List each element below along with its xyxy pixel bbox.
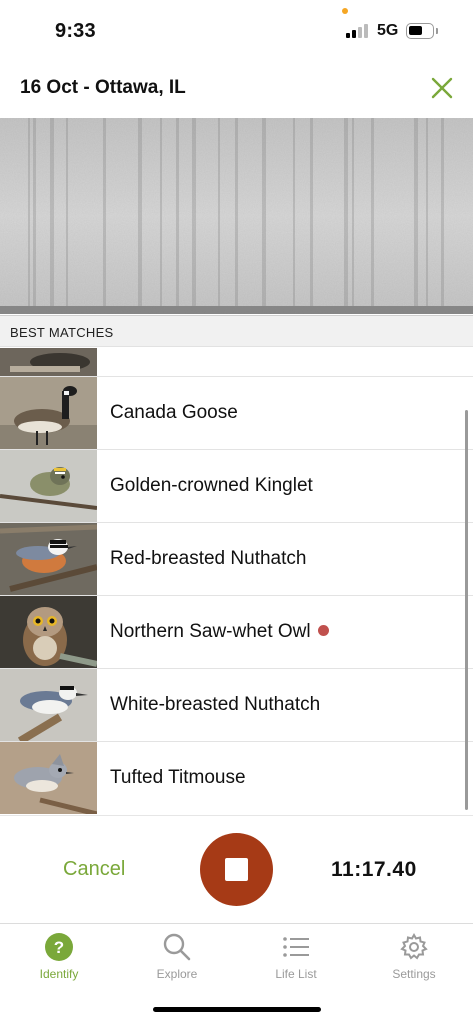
best-matches-header: BEST MATCHES (0, 315, 473, 347)
species-name: Canada Goose (110, 402, 238, 423)
battery-icon (406, 23, 434, 39)
recording-title: 16 Oct - Ottawa, IL (20, 77, 186, 98)
status-bar: 9:33 5G (0, 0, 473, 62)
partial-bird-photo (0, 348, 97, 376)
spectrogram-streak (235, 118, 238, 306)
list-item[interactable]: Northern Saw-whet Owl (0, 596, 473, 669)
best-matches-label: BEST MATCHES (10, 325, 114, 340)
search-icon (163, 933, 191, 961)
spectrogram-streak (66, 118, 68, 306)
spectrogram-streak (344, 118, 348, 306)
spectrogram[interactable] (0, 118, 473, 314)
species-name: Tufted Titmouse (110, 767, 246, 788)
best-matches-list[interactable]: Canada Goose Golden-crowned Kinglet Red-… (0, 348, 473, 814)
stop-icon (225, 858, 248, 881)
spectrogram-image (0, 118, 473, 314)
spectrogram-streak (28, 118, 30, 306)
close-x-icon[interactable] (426, 72, 458, 104)
spectrogram-streak (50, 118, 54, 306)
spectrogram-streak (441, 118, 444, 306)
recording-indicator-dot (317, 625, 329, 636)
status-time: 9:33 (55, 20, 96, 42)
cellular-signal-icon (346, 24, 370, 38)
canada-goose-photo (0, 377, 97, 449)
stop-recording-button[interactable] (200, 833, 273, 906)
tufted-titmouse-photo (0, 742, 97, 814)
battery-level (409, 26, 422, 35)
spectrogram-streak (176, 118, 179, 306)
list-icon (283, 937, 309, 957)
privacy-indicator-dot (342, 8, 348, 14)
question-circle-icon: ? (45, 933, 73, 961)
list-item[interactable] (0, 348, 473, 377)
gear-icon (400, 932, 428, 960)
spectrogram-streak (33, 118, 36, 306)
list-item[interactable]: Canada Goose (0, 377, 473, 450)
network-type: 5G (377, 22, 399, 39)
list-item[interactable]: Tufted Titmouse (0, 742, 473, 814)
spectrogram-streak (310, 118, 313, 306)
species-name: White-breasted Nuthatch (110, 694, 321, 715)
cancel-button[interactable]: Cancel (63, 858, 125, 881)
spectrogram-streak (293, 118, 295, 306)
list-item[interactable]: White-breasted Nuthatch (0, 669, 473, 742)
species-name: Northern Saw-whet Owl (110, 621, 329, 643)
tab-label: Explore (156, 967, 198, 981)
spectrogram-streak (352, 118, 354, 306)
spectrogram-streak (218, 118, 220, 306)
golden-crowned-kinglet-photo (0, 450, 97, 522)
spectrogram-streak (262, 118, 266, 306)
svg-text:?: ? (54, 938, 64, 957)
white-breasted-nuthatch-photo (0, 669, 97, 741)
list-item[interactable]: Golden-crowned Kinglet (0, 450, 473, 523)
red-breasted-nuthatch-photo (0, 523, 97, 595)
tab-explore[interactable]: Explore (118, 924, 236, 994)
battery-cap (436, 28, 438, 34)
recording-timer: 11:17.40 (331, 858, 417, 881)
tab-label: Identify (39, 967, 79, 981)
spectrogram-streak (426, 118, 428, 306)
tab-settings[interactable]: Settings (355, 924, 473, 994)
spectrogram-streak (160, 118, 162, 306)
tab-label: Settings (392, 967, 436, 981)
species-name: Golden-crowned Kinglet (110, 475, 313, 496)
recording-header: 16 Oct - Ottawa, IL (0, 62, 473, 118)
home-indicator (153, 1007, 321, 1012)
spectrogram-streak (103, 118, 106, 306)
spectrogram-streak (414, 118, 418, 306)
northern-saw-whet-owl-photo (0, 596, 97, 668)
tab-identify[interactable]: ? Identify (0, 924, 118, 994)
recording-controls: Cancel 11:17.40 (0, 815, 473, 923)
tab-label: Life List (275, 967, 317, 981)
spectrogram-streak (371, 118, 374, 306)
list-item[interactable]: Red-breasted Nuthatch (0, 523, 473, 596)
spectrogram-streak (192, 118, 196, 306)
species-name: Red-breasted Nuthatch (110, 548, 307, 569)
spectrogram-streak (138, 118, 142, 306)
list-scrollbar[interactable] (465, 410, 468, 810)
tab-life-list[interactable]: Life List (237, 924, 355, 994)
